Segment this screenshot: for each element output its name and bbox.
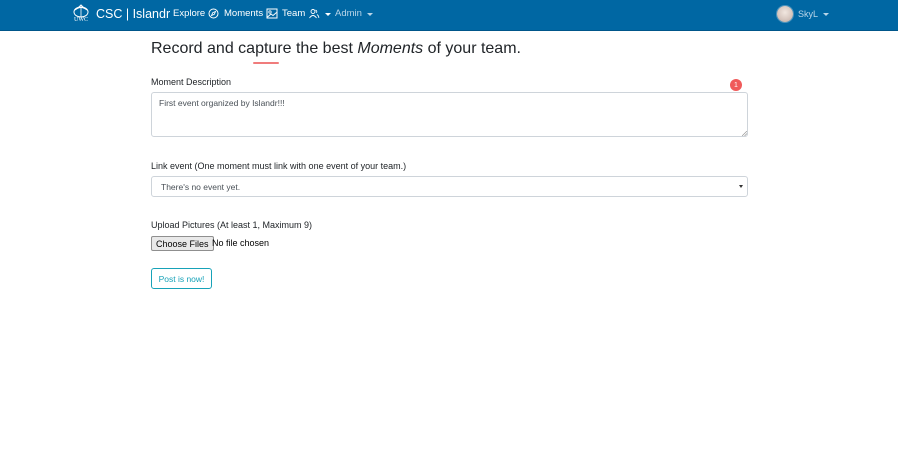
user-name: SkyL [798,9,819,19]
nav-admin-label: Admin [335,8,362,19]
nav-team[interactable]: Team [282,8,332,19]
logo-text: UWC [74,17,88,23]
avatar [777,6,793,22]
upload-label: Upload Pictures (At least 1, Maximum 9) [151,220,313,230]
nav-explore-label: Explore [173,8,206,19]
description-textarea[interactable]: First event organized by Islandr!!! [151,92,748,137]
title-suffix: of your team. [423,40,521,57]
nav-admin[interactable]: Admin [335,8,373,19]
link-event-label: Link event (One moment must link with on… [151,161,407,171]
brand-link[interactable]: UWC CSC | Islandr [72,4,170,26]
nav-explore[interactable]: Explore [173,8,219,19]
uwc-logo: UWC [72,4,90,26]
notification-badge: 1 [730,79,742,91]
chevron-down-icon [823,13,830,16]
compass-icon [208,8,219,19]
page-title: Record and capture the best Moments of y… [151,40,521,58]
chevron-down-icon [325,12,332,16]
resize-grip-icon[interactable] [742,131,747,136]
title-emphasis: Moments [357,40,424,57]
top-navbar: UWC CSC | Islandr Explore Moments Team A… [0,0,898,31]
chevron-down-icon [366,12,373,16]
users-icon [309,9,320,19]
link-event-select[interactable]: There's no event yet. [151,176,748,197]
choose-files-button[interactable]: Choose Files [151,236,214,251]
globe-icon [73,4,89,18]
title-prefix: Record and capture the best [151,40,358,57]
link-event-selected: There's no event yet. [161,182,241,192]
description-label: Moment Description [151,77,232,87]
nav-moments[interactable]: Moments [224,8,278,19]
nav-moments-label: Moments [224,8,264,19]
image-icon [266,8,278,19]
dropdown-arrow-icon [739,185,743,188]
nav-team-label: Team [282,8,306,19]
title-underline [253,62,279,64]
user-menu[interactable]: SkyL [777,6,830,22]
file-status-text: No file chosen [212,238,270,248]
brand-title: CSC | Islandr [96,7,171,21]
post-button[interactable]: Post is now! [151,268,212,289]
